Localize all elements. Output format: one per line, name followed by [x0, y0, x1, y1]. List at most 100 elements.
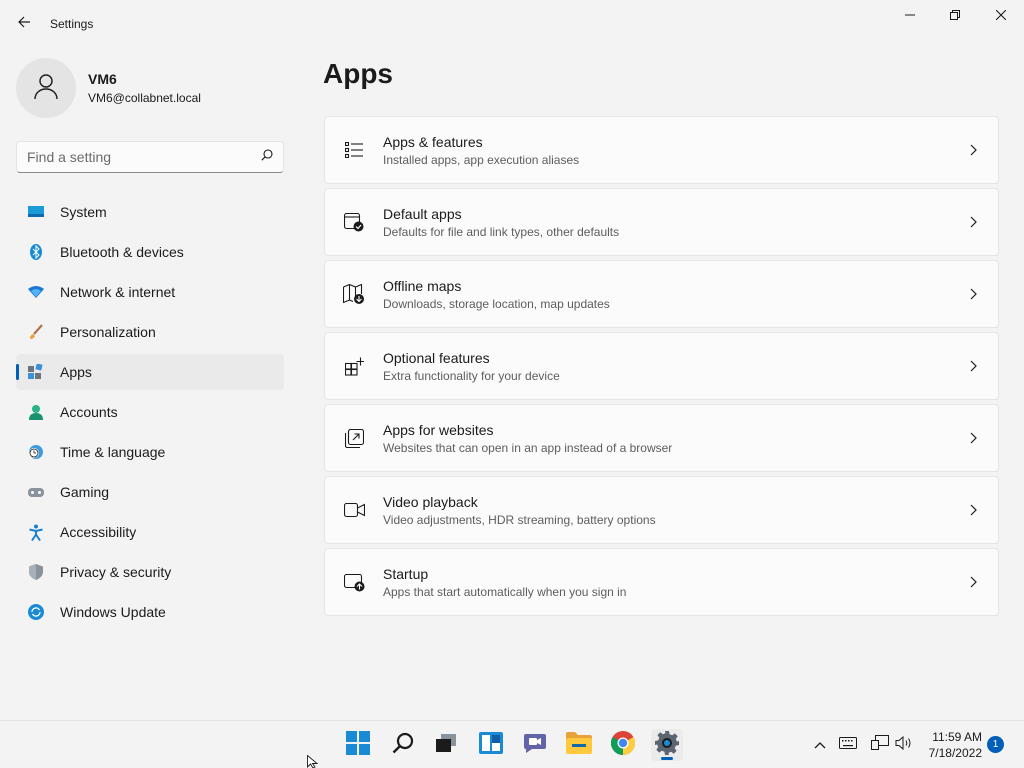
keyboard-icon — [839, 736, 857, 754]
profile-name: VM6 — [88, 71, 117, 87]
monitor-icon — [28, 204, 44, 220]
sidebar-item-label: Bluetooth & devices — [60, 244, 184, 260]
search-icon[interactable] — [261, 148, 273, 166]
close-button[interactable] — [978, 0, 1024, 32]
sidebar-item-windows-update[interactable]: Windows Update — [16, 594, 284, 630]
sidebar-item-accessibility[interactable]: Accessibility — [16, 514, 284, 550]
sidebar-item-label: Time & language — [60, 444, 166, 460]
sidebar-item-label: Gaming — [60, 484, 110, 500]
map-download-icon — [343, 283, 365, 305]
globe-clock-icon — [28, 444, 44, 460]
account-icon — [28, 404, 44, 420]
taskbar: 11:59 AM 7/18/2022 — [0, 720, 1024, 768]
minimize-button[interactable] — [887, 0, 933, 32]
network-icon — [871, 735, 889, 755]
sidebar-item-personalization[interactable]: Personalization — [16, 314, 284, 350]
settings-taskbar-button[interactable] — [651, 729, 683, 761]
chat-icon — [523, 732, 547, 759]
file-explorer-icon — [566, 731, 592, 759]
close-icon — [995, 7, 1007, 25]
sidebar-item-label: Windows Update — [60, 604, 166, 620]
sidebar-item-label: System — [60, 204, 107, 220]
sidebar-item-accounts[interactable]: Accounts — [16, 394, 284, 430]
brush-icon — [28, 324, 44, 340]
taskbar-clock[interactable]: 11:59 AM 7/18/2022 — [920, 729, 982, 761]
wifi-icon — [28, 284, 44, 300]
card-title: Apps & features — [383, 133, 483, 150]
search-icon — [392, 732, 414, 759]
card-apps-features[interactable]: Apps & features Installed apps, app exec… — [324, 116, 999, 184]
video-icon — [343, 499, 365, 521]
sidebar-item-system[interactable]: System — [16, 194, 284, 230]
window-title: Settings — [50, 17, 94, 31]
notification-badge[interactable]: 1 — [987, 736, 1004, 753]
card-subtitle: Installed apps, app execution aliases — [383, 152, 580, 167]
input-indicator-button[interactable] — [838, 735, 858, 755]
add-grid-icon — [343, 355, 365, 377]
card-default-apps[interactable]: Default apps Defaults for file and link … — [324, 188, 999, 256]
volume-tray-button[interactable] — [894, 735, 914, 755]
file-explorer-button[interactable] — [563, 729, 595, 761]
startup-icon — [343, 571, 365, 593]
back-arrow-icon — [17, 15, 31, 34]
sidebar-item-label: Personalization — [60, 324, 156, 340]
maximize-button[interactable] — [932, 0, 978, 32]
sidebar-item-privacy[interactable]: Privacy & security — [16, 554, 284, 590]
default-apps-icon — [343, 211, 365, 233]
start-icon — [346, 730, 370, 760]
card-apps-for-websites[interactable]: Apps for websites Websites that can open… — [324, 404, 999, 472]
chat-button[interactable] — [519, 729, 551, 761]
network-tray-button[interactable] — [870, 735, 890, 755]
sidebar-item-label: Apps — [60, 364, 92, 380]
card-title: Offline maps — [383, 277, 462, 294]
taskbar-search-button[interactable] — [387, 729, 419, 761]
apps-icon — [28, 364, 44, 380]
card-subtitle: Video adjustments, HDR streaming, batter… — [383, 512, 656, 527]
sidebar-item-gaming[interactable]: Gaming — [16, 474, 284, 510]
widgets-button[interactable] — [475, 729, 507, 761]
card-subtitle: Apps that start automatically when you s… — [383, 584, 627, 599]
card-video-playback[interactable]: Video playback Video adjustments, HDR st… — [324, 476, 999, 544]
chevron-right-icon — [966, 431, 980, 445]
search-input[interactable] — [27, 149, 261, 165]
user-profile[interactable]: VM6 VM6@collabnet.local — [16, 58, 201, 118]
card-subtitle: Websites that can open in an app instead… — [383, 440, 673, 455]
card-title: Apps for websites — [383, 421, 494, 438]
show-hidden-icons-button[interactable] — [812, 735, 828, 755]
card-title: Optional features — [383, 349, 490, 366]
profile-email: VM6@collabnet.local — [88, 91, 201, 105]
chevron-right-icon — [966, 143, 980, 157]
update-icon — [28, 604, 44, 620]
shield-icon — [28, 564, 44, 580]
chevron-right-icon — [966, 575, 980, 589]
bluetooth-icon — [28, 244, 44, 260]
chevron-up-icon — [814, 736, 826, 754]
person-icon — [31, 71, 61, 106]
page-title: Apps — [323, 58, 393, 89]
active-app-indicator — [661, 757, 673, 760]
gamepad-icon — [28, 484, 44, 500]
sidebar-item-apps[interactable]: Apps — [16, 354, 284, 390]
avatar — [16, 58, 76, 118]
search-box[interactable] — [16, 141, 284, 173]
sidebar-item-label: Accounts — [60, 404, 118, 420]
sidebar-item-label: Network & internet — [60, 284, 176, 300]
settings-gear-icon — [655, 730, 679, 760]
list-icon — [343, 139, 365, 161]
card-optional-features[interactable]: Optional features Extra functionality fo… — [324, 332, 999, 400]
sidebar-item-label: Accessibility — [60, 524, 137, 540]
chrome-button[interactable] — [607, 729, 639, 761]
chevron-right-icon — [966, 359, 980, 373]
back-button[interactable] — [10, 10, 38, 38]
task-view-button[interactable] — [430, 729, 462, 761]
card-startup[interactable]: Startup Apps that start automatically wh… — [324, 548, 999, 616]
start-button[interactable] — [342, 729, 374, 761]
card-offline-maps[interactable]: Offline maps Downloads, storage location… — [324, 260, 999, 328]
settings-card-list: Apps & features Installed apps, app exec… — [324, 116, 999, 620]
volume-icon — [895, 735, 913, 755]
sidebar-item-time-language[interactable]: Time & language — [16, 434, 284, 470]
sidebar-item-bluetooth[interactable]: Bluetooth & devices — [16, 234, 284, 270]
clock-time: 11:59 AM — [932, 730, 982, 744]
sidebar-item-network[interactable]: Network & internet — [16, 274, 284, 310]
clock-date: 7/18/2022 — [928, 746, 982, 760]
